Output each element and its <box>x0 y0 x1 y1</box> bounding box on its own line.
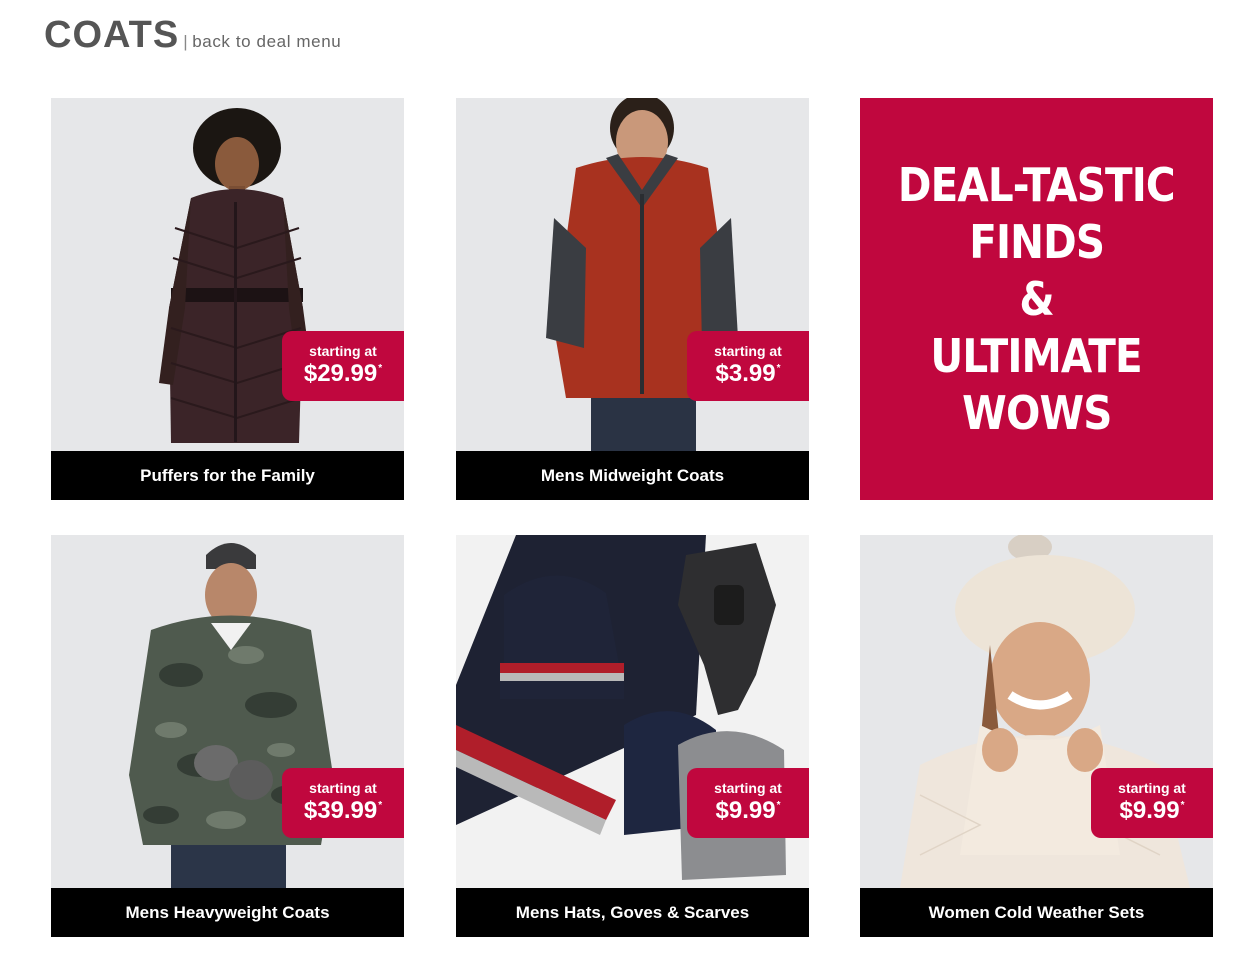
price-asterisk: * <box>776 363 781 374</box>
promo-line: FINDS <box>969 214 1105 269</box>
back-to-deal-menu-link[interactable]: | back to deal menu <box>183 32 341 52</box>
promo-line: WOWS <box>961 385 1112 440</box>
tile-caption: Women Cold Weather Sets <box>860 888 1213 937</box>
price-value: $9.99 <box>715 797 776 824</box>
tile-caption: Mens Hats, Goves & Scarves <box>456 888 809 937</box>
price-label: starting at <box>309 780 377 796</box>
price-badge: starting at $29.99* <box>282 331 404 401</box>
price-badge: starting at $9.99* <box>1091 768 1213 838</box>
page-title: COATS <box>44 14 180 56</box>
price-value: $29.99 <box>303 360 378 387</box>
promo-line: DEAL-TASTIC <box>898 157 1176 212</box>
price-label: starting at <box>1118 780 1186 796</box>
price-label: starting at <box>714 343 782 359</box>
deal-tile-mens-midweight-coats[interactable]: starting at $3.99* Mens Midweight Coats <box>456 98 809 500</box>
price-asterisk: * <box>776 800 781 811</box>
back-link-label: back to deal menu <box>192 32 342 51</box>
tile-caption: Puffers for the Family <box>51 451 404 500</box>
price-asterisk: * <box>378 363 383 374</box>
price-badge: starting at $9.99* <box>687 768 809 838</box>
tile-caption: Mens Heavyweight Coats <box>51 888 404 937</box>
page-header: COATS | back to deal menu <box>44 14 341 57</box>
price-value: $9.99 <box>1119 797 1180 824</box>
price-asterisk: * <box>378 800 383 811</box>
deal-tile-puffers[interactable]: starting at $29.99* Puffers for the Fami… <box>51 98 404 500</box>
price-badge: starting at $3.99* <box>687 331 809 401</box>
price-value: $39.99 <box>303 797 378 824</box>
price-badge: starting at $39.99* <box>282 768 404 838</box>
price-label: starting at <box>309 343 377 359</box>
price-label: starting at <box>714 780 782 796</box>
deal-promo-banner: DEAL-TASTIC FINDS & ULTIMATE WOWS <box>860 98 1213 500</box>
deal-tile-mens-hats-gloves-scarves[interactable]: starting at $9.99* Mens Hats, Goves & Sc… <box>456 535 809 937</box>
promo-line: & <box>1019 271 1054 326</box>
separator: | <box>183 32 189 51</box>
promo-line: ULTIMATE <box>930 328 1143 383</box>
tile-caption: Mens Midweight Coats <box>456 451 809 500</box>
deal-tile-mens-heavyweight-coats[interactable]: starting at $39.99* Mens Heavyweight Coa… <box>51 535 404 937</box>
price-asterisk: * <box>1180 800 1185 811</box>
deal-tile-women-cold-weather-sets[interactable]: starting at $9.99* Women Cold Weather Se… <box>860 535 1213 937</box>
price-value: $3.99 <box>715 360 776 387</box>
